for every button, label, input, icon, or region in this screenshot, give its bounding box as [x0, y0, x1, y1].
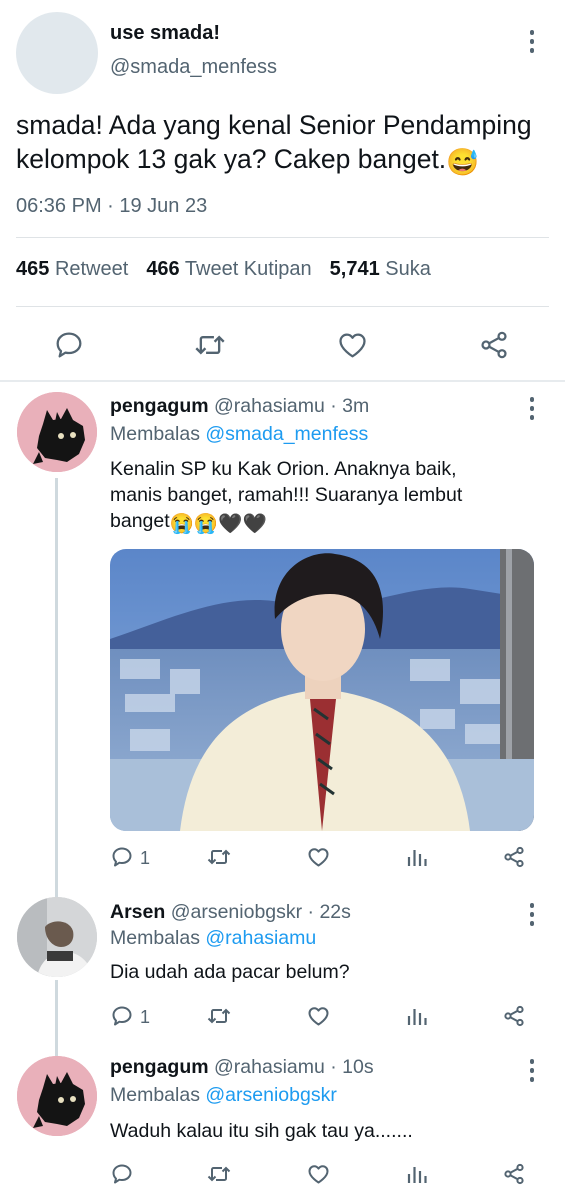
like-label: Suka: [385, 258, 431, 280]
like-icon[interactable]: [306, 1162, 331, 1186]
mention-link[interactable]: @arseniobgskr: [205, 1084, 336, 1106]
like-icon[interactable]: [306, 1004, 331, 1028]
divider: [16, 306, 549, 307]
reply-icon[interactable]: [110, 1162, 134, 1186]
share-icon[interactable]: [502, 845, 526, 869]
tweet-actions: [0, 322, 565, 366]
reply-tweet[interactable]: Arsen @arseniobgskr · 22s Membalas @raha…: [0, 888, 565, 1048]
divider: [16, 237, 549, 238]
display-name[interactable]: Arsen: [110, 901, 165, 923]
reply-header: Arsen @arseniobgskr · 22s: [110, 901, 351, 924]
cat-avatar-image: [17, 1056, 97, 1136]
share-icon[interactable]: [502, 1162, 526, 1186]
reply-text: Waduh kalau itu sih gak tau ya.......: [110, 1120, 413, 1142]
replying-to: Membalas @arseniobgskr: [110, 1084, 337, 1107]
avatar[interactable]: [16, 12, 98, 94]
reply-icon[interactable]: [110, 845, 134, 869]
handle[interactable]: @smada_menfess: [110, 56, 277, 79]
reply-emoji: 😭😭🖤🖤: [169, 513, 267, 535]
reply-count: 1: [140, 1007, 151, 1027]
reply-icon[interactable]: [53, 329, 85, 361]
reply-actions: 1: [0, 843, 565, 873]
reply-text-line-3: banget😭😭🖤🖤: [110, 508, 520, 537]
analytics-icon[interactable]: [406, 1162, 428, 1186]
reply-text: Dia udah ada pacar belum?: [110, 961, 350, 983]
retweet-icon[interactable]: [206, 1162, 232, 1186]
reply-text-line: manis banget, ramah!!! Suaranya lembut: [110, 484, 463, 506]
reply-text-word: banget: [110, 510, 170, 532]
handle-time[interactable]: @arseniobgskr · 22s: [171, 901, 351, 923]
display-name[interactable]: use smada!: [110, 22, 220, 45]
tweet-text-emoji: 😅: [446, 147, 480, 177]
share-icon[interactable]: [502, 1004, 526, 1028]
avatar[interactable]: [17, 1056, 97, 1136]
retweet-count: 465: [16, 258, 50, 280]
like-stat[interactable]: 5,741 Suka: [330, 258, 431, 280]
person-avatar-image: [17, 897, 97, 977]
cat-avatar-image: [17, 392, 97, 472]
replying-label: Membalas: [110, 1084, 200, 1106]
quote-count: 466: [146, 258, 180, 280]
analytics-icon[interactable]: [406, 845, 428, 869]
reply-header: pengagum @rahasiamu · 3m: [110, 395, 369, 418]
share-icon[interactable]: [478, 329, 510, 361]
tweet-stats: 465 Retweet 466 Tweet Kutipan 5,741 Suka: [16, 258, 431, 281]
reply-count: 1: [140, 848, 151, 868]
more-options-icon[interactable]: [529, 1059, 535, 1086]
more-options-icon[interactable]: [529, 30, 535, 57]
like-count: 5,741: [329, 258, 380, 280]
mention-link[interactable]: @smada_menfess: [205, 423, 368, 445]
more-options-icon[interactable]: [529, 397, 535, 424]
replying-to: Membalas @smada_menfess: [110, 423, 368, 446]
timestamp[interactable]: 06:36 PM · 19 Jun 23: [16, 195, 207, 218]
tweet-media-image[interactable]: [110, 549, 534, 831]
reply-header: pengagum @rahasiamu · 10s: [110, 1056, 374, 1079]
retweet-stat[interactable]: 465 Retweet: [16, 258, 128, 280]
replying-label: Membalas: [110, 423, 200, 445]
display-name[interactable]: pengagum: [110, 1056, 209, 1078]
retweet-icon[interactable]: [206, 845, 232, 869]
replying-label: Membalas: [110, 927, 200, 949]
reply-icon[interactable]: [110, 1004, 134, 1028]
quote-label: Tweet Kutipan: [184, 258, 312, 280]
analytics-icon[interactable]: [406, 1004, 428, 1028]
retweet-label: Retweet: [54, 258, 129, 280]
reply-actions: 1: [0, 1002, 565, 1032]
more-options-icon[interactable]: [529, 903, 535, 930]
quote-stat[interactable]: 466 Tweet Kutipan: [146, 258, 311, 280]
main-tweet: use smada! @smada_menfess smada! Ada yan…: [0, 0, 565, 382]
reply-tweet[interactable]: pengagum @rahasiamu · 10s Membalas @arse…: [0, 1048, 565, 1200]
handle-time[interactable]: @rahasiamu · 3m: [214, 395, 369, 417]
photo-person-illustration: [110, 549, 534, 831]
reply-text-line: Kenalin SP ku Kak Orion. Anaknya baik,: [110, 458, 457, 480]
handle-time[interactable]: @rahasiamu · 10s: [214, 1056, 374, 1078]
reply-actions: [0, 1160, 565, 1190]
retweet-icon[interactable]: [206, 1004, 232, 1028]
like-icon[interactable]: [306, 845, 331, 869]
display-name[interactable]: pengagum: [110, 395, 209, 417]
retweet-icon[interactable]: [193, 329, 227, 361]
avatar[interactable]: [17, 897, 97, 977]
tweet-text: smada! Ada yang kenal Senior Pendamping …: [16, 108, 556, 179]
avatar[interactable]: [17, 392, 97, 472]
replying-to: Membalas @rahasiamu: [110, 927, 316, 950]
like-icon[interactable]: [336, 329, 369, 361]
mention-link[interactable]: @rahasiamu: [205, 927, 316, 949]
reply-text: Kenalin SP ku Kak Orion. Anaknya baik, m…: [110, 456, 520, 537]
